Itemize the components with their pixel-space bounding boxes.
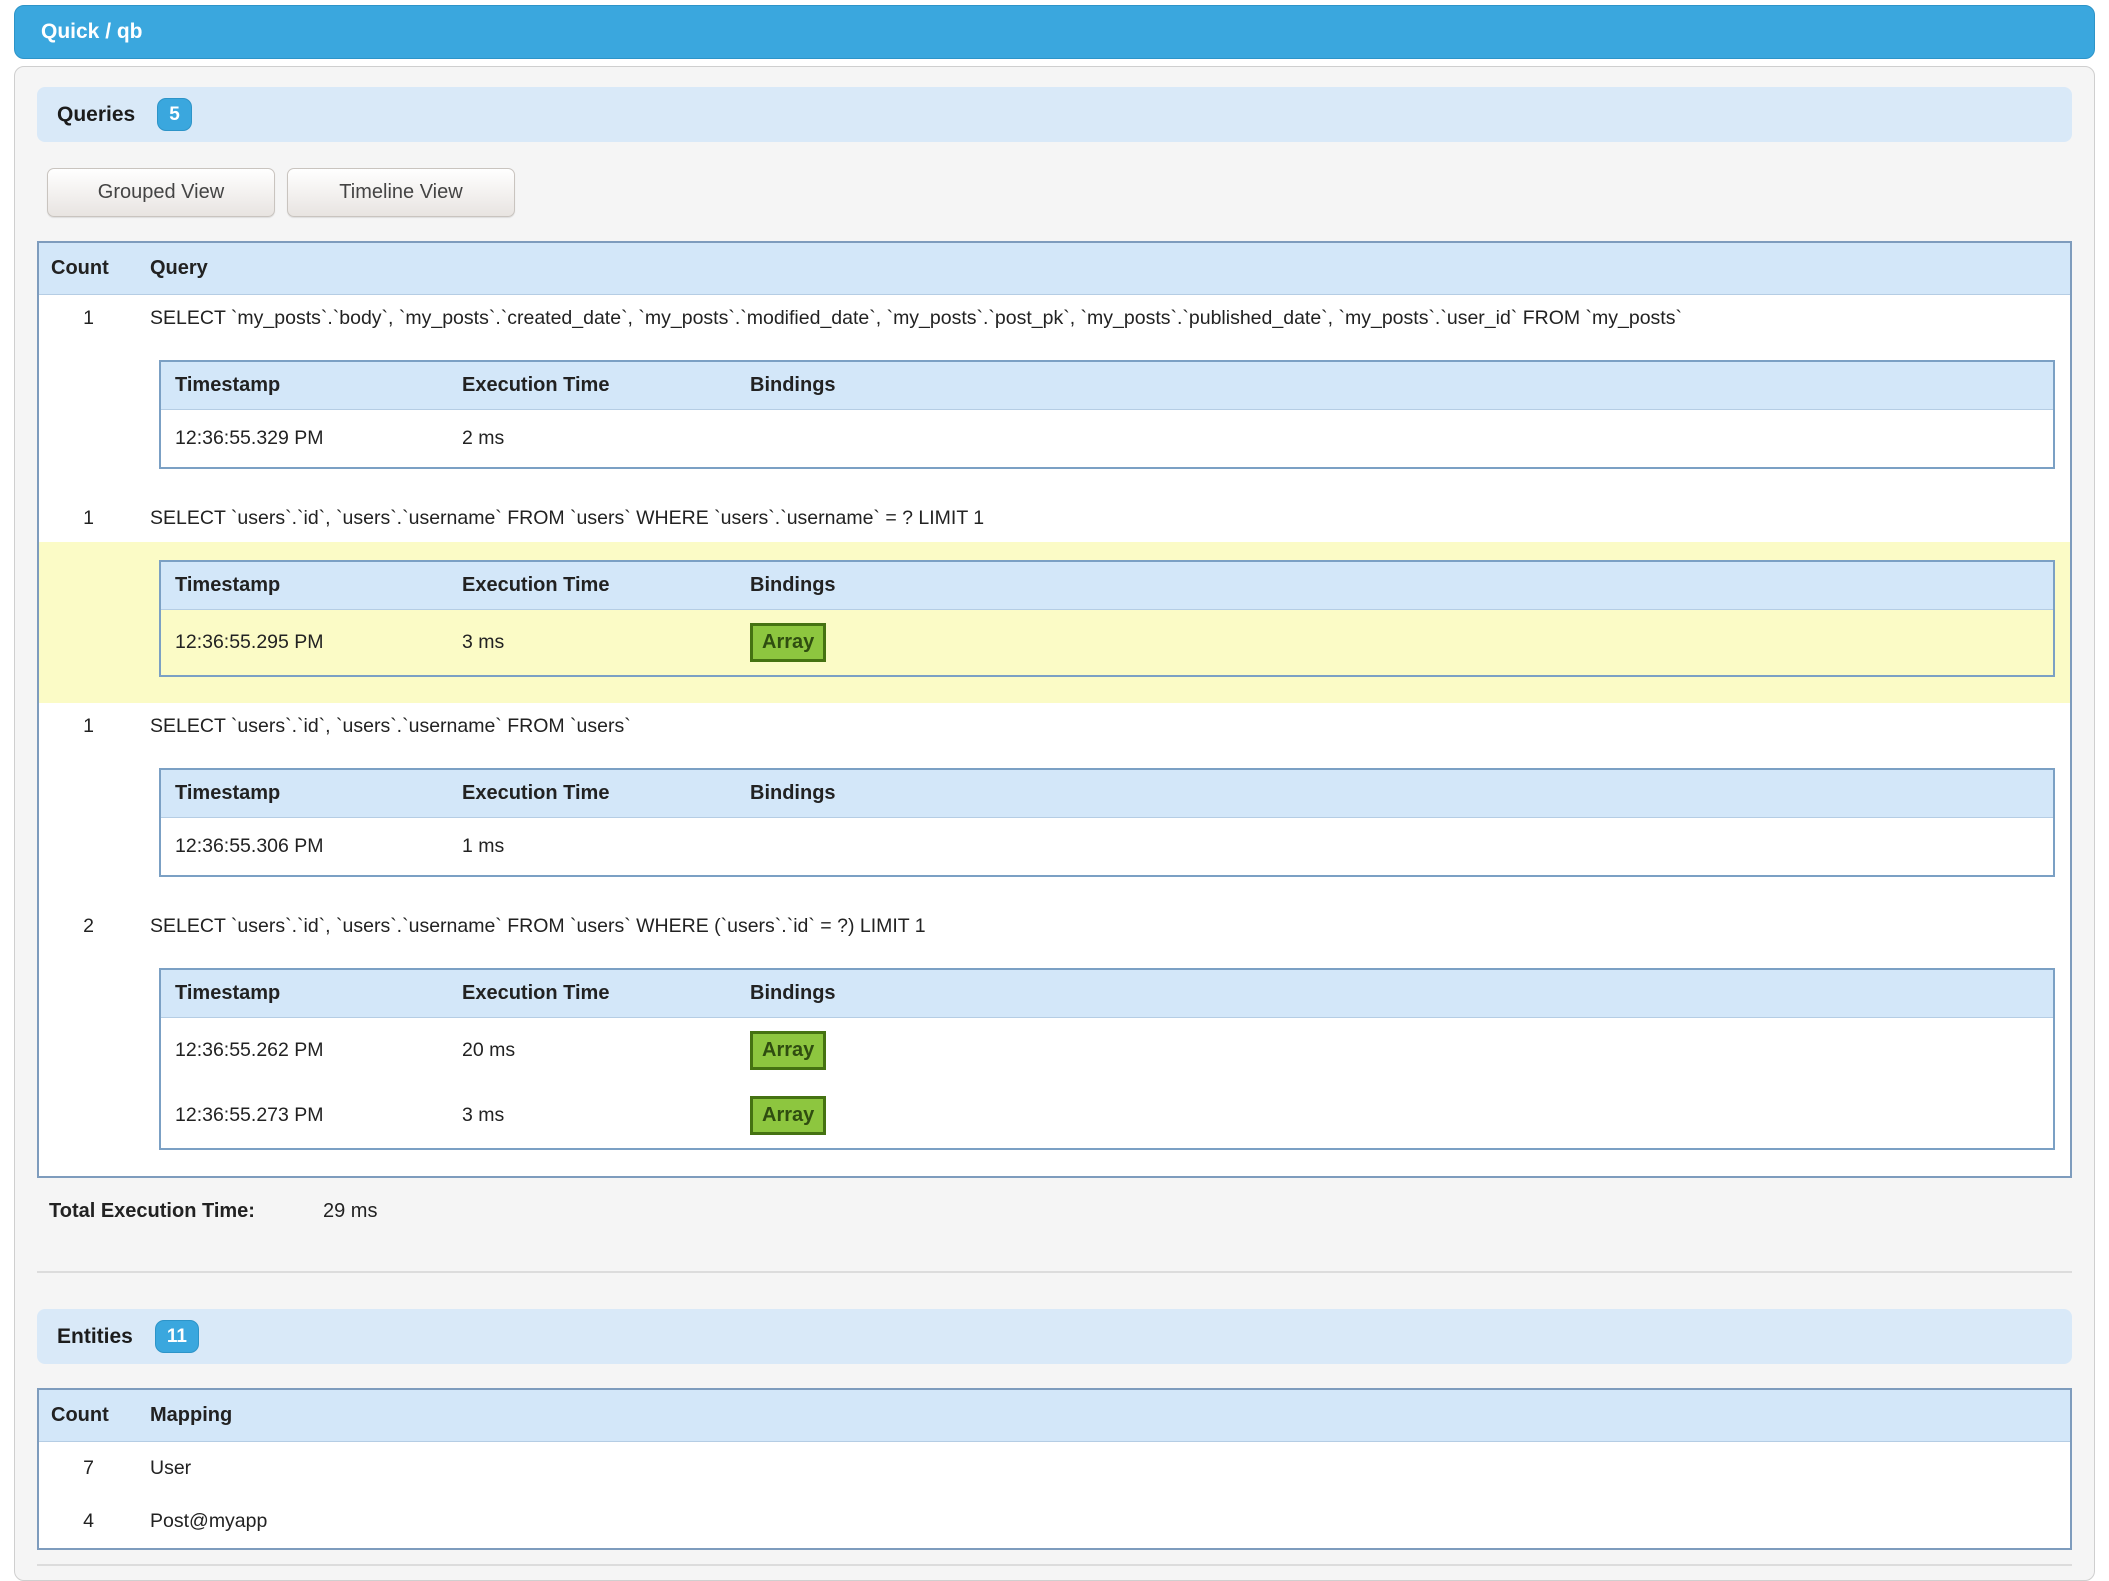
timestamp-column-header: Timestamp: [160, 969, 448, 1018]
entity-count: 7: [38, 1442, 138, 1496]
executions-table: Timestamp Execution Time Bindings 12:36:…: [159, 968, 2055, 1150]
bindings-array-button[interactable]: Array: [750, 623, 826, 662]
executions-table-header-row: Timestamp Execution Time Bindings: [160, 561, 2054, 610]
executions-table-header-row: Timestamp Execution Time Bindings: [160, 969, 2054, 1018]
query-row: 1 SELECT `users`.`id`, `users`.`username…: [38, 495, 2071, 542]
entities-count-column-header: Count: [38, 1389, 138, 1442]
total-execution-time-label: Total Execution Time:: [49, 1200, 323, 1223]
entities-table: Count Mapping 7 User 4 Post@myapp: [37, 1388, 2072, 1550]
executions-table: Timestamp Execution Time Bindings 12:36:…: [159, 360, 2055, 469]
execution-bindings-cell: [736, 818, 2054, 877]
execution-row: 12:36:55.295 PM 3 ms Array: [160, 610, 2054, 677]
queries-section-title: Queries: [57, 103, 135, 127]
bindings-array-button[interactable]: Array: [750, 1031, 826, 1070]
bindings-column-header: Bindings: [736, 561, 2054, 610]
execution-time: 3 ms: [448, 610, 736, 677]
debug-panel-titlebar: Quick / qb: [14, 5, 2095, 59]
entities-mapping-column-header: Mapping: [138, 1389, 2071, 1442]
execution-bindings-cell: [736, 410, 2054, 469]
queries-table-header-row: Count Query: [38, 242, 2071, 295]
total-execution-time-value: 29 ms: [323, 1200, 377, 1223]
entity-row: 7 User: [38, 1442, 2071, 1496]
entity-mapping: User: [138, 1442, 2071, 1496]
bindings-array-button[interactable]: Array: [750, 1096, 826, 1135]
execution-timestamp: 12:36:55.273 PM: [160, 1083, 448, 1149]
query-count: 1: [38, 703, 138, 750]
query-detail-row: Timestamp Execution Time Bindings 12:36:…: [38, 750, 2071, 903]
bottom-divider: [37, 1564, 2072, 1566]
view-buttons-row: Grouped View Timeline View: [47, 168, 2072, 217]
grouped-view-button[interactable]: Grouped View: [47, 168, 275, 217]
queries-section-header: Queries 5: [37, 87, 2072, 142]
entities-table-header-row: Count Mapping: [38, 1389, 2071, 1442]
entities-count-badge: 11: [155, 1320, 199, 1353]
executions-table-header-row: Timestamp Execution Time Bindings: [160, 769, 2054, 818]
query-detail-cell: Timestamp Execution Time Bindings 12:36:…: [38, 342, 2071, 495]
query-detail-cell: Timestamp Execution Time Bindings 12:36:…: [38, 750, 2071, 903]
timestamp-column-header: Timestamp: [160, 361, 448, 410]
timestamp-column-header: Timestamp: [160, 561, 448, 610]
executions-table: Timestamp Execution Time Bindings 12:36:…: [159, 768, 2055, 877]
query-row: 2 SELECT `users`.`id`, `users`.`username…: [38, 903, 2071, 950]
execution-timestamp: 12:36:55.295 PM: [160, 610, 448, 677]
execution-time-column-header: Execution Time: [448, 969, 736, 1018]
execution-time: 2 ms: [448, 410, 736, 469]
query-detail-row: Timestamp Execution Time Bindings 12:36:…: [38, 542, 2071, 703]
queries-count-badge: 5: [157, 98, 192, 131]
executions-table-header-row: Timestamp Execution Time Bindings: [160, 361, 2054, 410]
execution-time: 1 ms: [448, 818, 736, 877]
entities-section-header: Entities 11: [37, 1309, 2072, 1364]
execution-time-column-header: Execution Time: [448, 561, 736, 610]
query-count: 1: [38, 295, 138, 343]
execution-timestamp: 12:36:55.262 PM: [160, 1018, 448, 1084]
queries-count-column-header: Count: [38, 242, 138, 295]
debug-panel-title: Quick / qb: [41, 20, 143, 43]
query-count: 1: [38, 495, 138, 542]
execution-bindings-cell: Array: [736, 1083, 2054, 1149]
total-execution-time-row: Total Execution Time: 29 ms: [49, 1200, 2072, 1223]
query-sql: SELECT `users`.`id`, `users`.`username` …: [138, 903, 2071, 950]
query-sql: SELECT `users`.`id`, `users`.`username` …: [138, 703, 2071, 750]
query-detail-cell: Timestamp Execution Time Bindings 12:36:…: [38, 950, 2071, 1177]
entity-row: 4 Post@myapp: [38, 1495, 2071, 1549]
query-detail-row: Timestamp Execution Time Bindings 12:36:…: [38, 950, 2071, 1177]
executions-table: Timestamp Execution Time Bindings 12:36:…: [159, 560, 2055, 677]
execution-time-column-header: Execution Time: [448, 361, 736, 410]
section-divider: [37, 1271, 2072, 1273]
execution-row: 12:36:55.273 PM 3 ms Array: [160, 1083, 2054, 1149]
query-row: 1 SELECT `my_posts`.`body`, `my_posts`.`…: [38, 295, 2071, 343]
bindings-column-header: Bindings: [736, 361, 2054, 410]
query-detail-cell: Timestamp Execution Time Bindings 12:36:…: [38, 542, 2071, 703]
execution-time: 20 ms: [448, 1018, 736, 1084]
query-count: 2: [38, 903, 138, 950]
execution-row: 12:36:55.306 PM 1 ms: [160, 818, 2054, 877]
bindings-column-header: Bindings: [736, 769, 2054, 818]
debug-panel: Queries 5 Grouped View Timeline View Cou…: [14, 66, 2095, 1581]
entities-section-title: Entities: [57, 1325, 133, 1349]
queries-table: Count Query 1 SELECT `my_posts`.`body`, …: [37, 241, 2072, 1178]
entity-count: 4: [38, 1495, 138, 1549]
query-row: 1 SELECT `users`.`id`, `users`.`username…: [38, 703, 2071, 750]
execution-time: 3 ms: [448, 1083, 736, 1149]
timeline-view-button[interactable]: Timeline View: [287, 168, 515, 217]
timestamp-column-header: Timestamp: [160, 769, 448, 818]
query-sql: SELECT `my_posts`.`body`, `my_posts`.`cr…: [138, 295, 2071, 343]
execution-bindings-cell: Array: [736, 1018, 2054, 1084]
query-detail-row: Timestamp Execution Time Bindings 12:36:…: [38, 342, 2071, 495]
bindings-column-header: Bindings: [736, 969, 2054, 1018]
query-sql: SELECT `users`.`id`, `users`.`username` …: [138, 495, 2071, 542]
entity-mapping: Post@myapp: [138, 1495, 2071, 1549]
execution-time-column-header: Execution Time: [448, 769, 736, 818]
queries-query-column-header: Query: [138, 242, 2071, 295]
execution-timestamp: 12:36:55.306 PM: [160, 818, 448, 877]
execution-row: 12:36:55.262 PM 20 ms Array: [160, 1018, 2054, 1084]
execution-bindings-cell: Array: [736, 610, 2054, 677]
execution-row: 12:36:55.329 PM 2 ms: [160, 410, 2054, 469]
execution-timestamp: 12:36:55.329 PM: [160, 410, 448, 469]
